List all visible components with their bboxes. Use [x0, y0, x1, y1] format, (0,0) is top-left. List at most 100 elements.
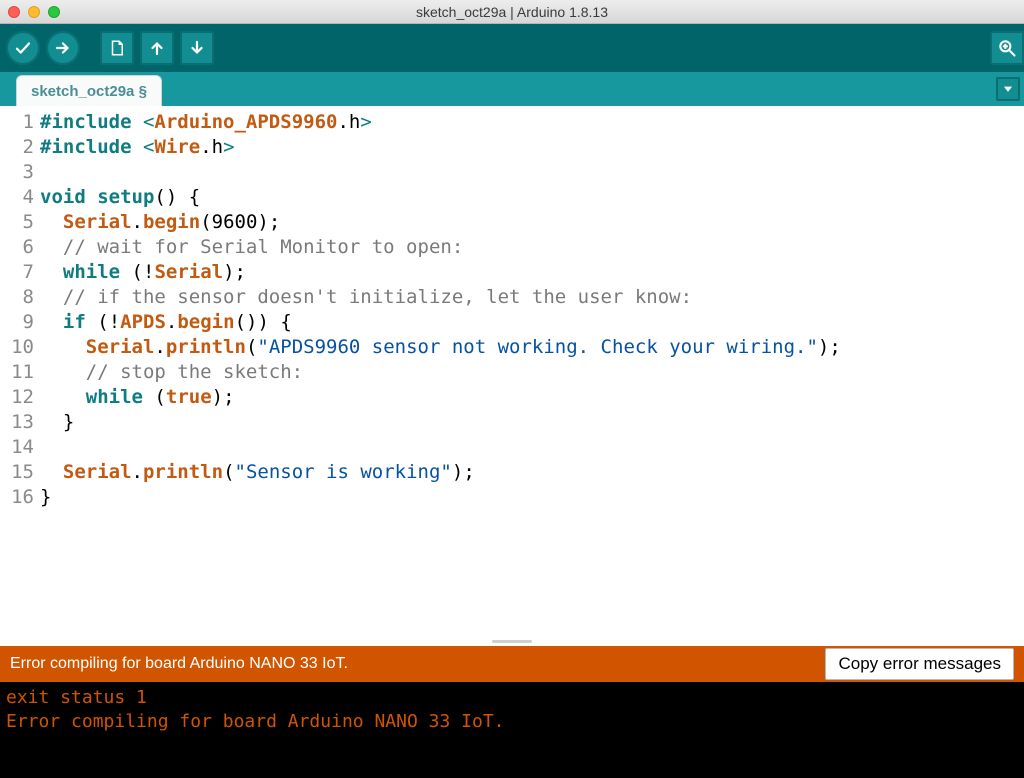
- tok: }: [63, 411, 74, 433]
- lineno: 4: [0, 185, 34, 210]
- tok: void: [40, 186, 86, 208]
- lineno: 2: [0, 135, 34, 160]
- lineno: 11: [0, 360, 34, 385]
- tok: <: [143, 136, 154, 158]
- console-resize-handle[interactable]: [0, 636, 1024, 646]
- lineno: 8: [0, 285, 34, 310]
- open-sketch-button[interactable]: [140, 31, 174, 65]
- tok: #include: [40, 111, 132, 133]
- tok: (: [154, 386, 165, 408]
- tok: true: [166, 386, 212, 408]
- tok: ): [223, 261, 234, 283]
- tok: while: [86, 386, 143, 408]
- tok: ): [212, 386, 223, 408]
- tok: (: [132, 261, 143, 283]
- tok: begin: [143, 211, 200, 233]
- serial-monitor-button[interactable]: [990, 31, 1024, 65]
- tok: ;: [463, 461, 474, 483]
- tok: 9600: [212, 211, 258, 233]
- tok: .: [132, 211, 143, 233]
- tok: {: [189, 186, 200, 208]
- new-sketch-button[interactable]: [100, 31, 134, 65]
- tok: !: [143, 261, 154, 283]
- tok: APDS: [120, 311, 166, 333]
- tab-menu-button[interactable]: [996, 77, 1020, 101]
- tok: while: [63, 261, 120, 283]
- tok: Arduino_APDS9960: [154, 111, 337, 133]
- tok: (: [200, 211, 211, 233]
- tok: ;: [829, 336, 840, 358]
- zoom-window-button[interactable]: [48, 6, 60, 18]
- lineno: 12: [0, 385, 34, 410]
- tok: // if the sensor doesn't initialize, let…: [63, 286, 692, 308]
- window-titlebar: sketch_oct29a | Arduino 1.8.13: [0, 0, 1024, 24]
- traffic-lights: [8, 6, 60, 18]
- line-number-gutter: 1 2 3 4 5 6 7 8 9 10 11 12 13 14 15 16: [0, 106, 38, 646]
- verify-button[interactable]: [6, 31, 40, 65]
- lineno: 6: [0, 235, 34, 260]
- arrow-down-icon: [188, 39, 206, 57]
- lineno: 1: [0, 110, 34, 135]
- sketch-tab[interactable]: sketch_oct29a §: [16, 75, 162, 106]
- lineno: 5: [0, 210, 34, 235]
- tok: ;: [235, 261, 246, 283]
- tok: #include: [40, 136, 132, 158]
- tok: Serial: [63, 461, 132, 483]
- console-output[interactable]: exit status 1 Error compiling for board …: [0, 682, 1024, 778]
- tok: ;: [269, 211, 280, 233]
- tok: ): [257, 211, 268, 233]
- close-window-button[interactable]: [8, 6, 20, 18]
- tok: ): [452, 461, 463, 483]
- chevron-down-icon: [1001, 82, 1015, 96]
- tok: .: [132, 461, 143, 483]
- tok: begin: [177, 311, 234, 333]
- tok: <: [143, 111, 154, 133]
- tok: .h: [337, 111, 360, 133]
- magnifier-icon: [997, 38, 1017, 58]
- arrow-right-icon: [54, 39, 72, 57]
- tok: "APDS9960 sensor not working. Check your…: [257, 336, 818, 358]
- tok: // wait for Serial Monitor to open:: [63, 236, 463, 258]
- status-message: Error compiling for board Arduino NANO 3…: [10, 655, 348, 673]
- lineno: 14: [0, 435, 34, 460]
- lineno: 15: [0, 460, 34, 485]
- lineno: 10: [0, 335, 34, 360]
- console-line: Error compiling for board Arduino NANO 3…: [6, 711, 505, 732]
- tok: (: [97, 311, 108, 333]
- tok: ): [257, 311, 268, 333]
- save-sketch-button[interactable]: [180, 31, 214, 65]
- tok: println: [143, 461, 223, 483]
- tok: >: [223, 136, 234, 158]
- lineno: 16: [0, 485, 34, 510]
- arrow-up-icon: [148, 39, 166, 57]
- toolbar: [0, 24, 1024, 72]
- upload-button[interactable]: [46, 31, 80, 65]
- tab-strip: sketch_oct29a §: [0, 72, 1024, 106]
- minimize-window-button[interactable]: [28, 6, 40, 18]
- tok: (: [246, 336, 257, 358]
- tok: (: [223, 461, 234, 483]
- tok: // stop the sketch:: [86, 361, 303, 383]
- tok: Wire: [154, 136, 200, 158]
- check-icon: [14, 39, 32, 57]
- copy-error-button[interactable]: Copy error messages: [825, 648, 1014, 680]
- tok: if: [63, 311, 86, 333]
- tok: {: [280, 311, 291, 333]
- code-editor[interactable]: 1 2 3 4 5 6 7 8 9 10 11 12 13 14 15 16 #…: [0, 106, 1024, 646]
- console-line: exit status 1: [6, 687, 147, 708]
- window-title: sketch_oct29a | Arduino 1.8.13: [0, 4, 1024, 20]
- tok: println: [166, 336, 246, 358]
- tok: }: [40, 486, 51, 508]
- lineno: 7: [0, 260, 34, 285]
- tok: (): [235, 311, 258, 333]
- tok: .: [166, 311, 177, 333]
- tok: .: [154, 336, 165, 358]
- tok: .h: [200, 136, 223, 158]
- tok: "Sensor is working": [235, 461, 452, 483]
- tok: Serial: [154, 261, 223, 283]
- lineno: 3: [0, 160, 34, 185]
- tok: >: [360, 111, 371, 133]
- code-text[interactable]: #include <Arduino_APDS9960.h> #include <…: [38, 106, 841, 646]
- tok: Serial: [86, 336, 155, 358]
- file-icon: [108, 39, 126, 57]
